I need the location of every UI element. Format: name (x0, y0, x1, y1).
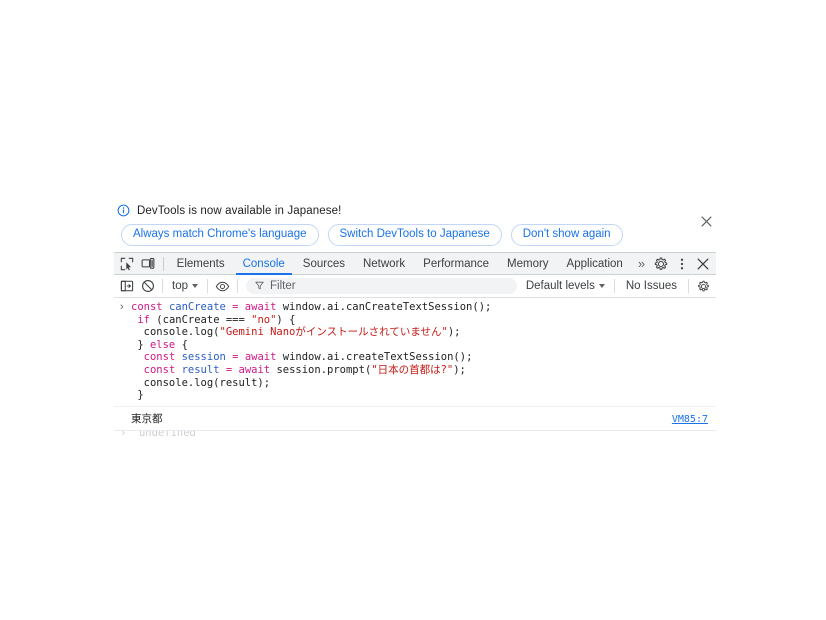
tabbar-divider (162, 256, 164, 271)
console-result-value: 東京都 (131, 412, 163, 425)
console-clipped-text: › undefined (120, 430, 196, 439)
code-token: = await (232, 351, 283, 364)
code-token: window.ai.canCreateTextSession(); (282, 301, 492, 313)
chevron-down-icon (192, 284, 198, 288)
code-token: session (181, 351, 233, 364)
notification-buttons: Always match Chrome's language Switch De… (114, 217, 716, 246)
code-line: console.log("Gemini Nanoがインストールされていません")… (131, 326, 716, 339)
code-line: const session = await window.ai.createTe… (131, 351, 716, 364)
tab-sources[interactable]: Sources (294, 253, 354, 275)
console-settings-icon[interactable] (693, 276, 714, 297)
info-circle-icon (117, 204, 130, 217)
console-toolbar-divider (162, 279, 163, 293)
code-token: = await (232, 301, 283, 313)
console-message-list[interactable]: › const canCreate = await window.ai.canC… (114, 298, 716, 439)
code-token: ) { (276, 313, 296, 326)
filter-funnel-icon (255, 279, 264, 293)
console-sidebar-toggle-icon[interactable] (116, 276, 137, 297)
filter-input[interactable] (270, 280, 508, 292)
console-result-row[interactable]: 東京都 VM85:7 (114, 407, 716, 431)
code-token: session.prompt( (276, 363, 372, 376)
tab-application[interactable]: Application (558, 253, 632, 275)
code-line: } else { (131, 339, 716, 352)
code-line: const result = await session.prompt("日本の… (131, 364, 716, 377)
notification-message: DevTools is now available in Japanese! (137, 204, 342, 217)
code-token: (canCreate === (156, 313, 252, 326)
execution-context-label: top (172, 280, 188, 292)
tab-console[interactable]: Console (234, 253, 294, 275)
code-token: console.log( (131, 326, 220, 339)
code-token: window.ai.createTextSession(); (282, 351, 473, 364)
settings-gear-icon[interactable] (650, 253, 671, 274)
more-tabs-button[interactable]: » (632, 253, 650, 275)
code-token: canCreate (168, 301, 233, 313)
code-token: "no" (251, 313, 277, 326)
code-token: const (143, 363, 182, 376)
more-options-icon[interactable] (671, 253, 692, 274)
log-levels-label: Default levels (525, 280, 595, 292)
code-token: = await (225, 363, 277, 376)
eye-icon[interactable] (212, 276, 233, 297)
code-line: if (canCreate === "no") { (131, 314, 716, 327)
issues-counter[interactable]: No Issues (619, 280, 684, 292)
code-line: } (131, 389, 716, 402)
console-input-entry[interactable]: › const canCreate = await window.ai.canC… (114, 298, 716, 407)
log-levels-selector[interactable]: Default levels (521, 277, 610, 296)
code-token: result (181, 363, 226, 376)
language-notification-bar: DevTools is now available in Japanese! A… (114, 198, 716, 252)
console-toolbar-divider-3 (237, 279, 238, 293)
console-toolbar-divider-5 (688, 279, 689, 293)
code-token: } (131, 389, 144, 402)
clear-console-icon[interactable] (137, 276, 158, 297)
close-devtools-icon[interactable] (693, 253, 714, 274)
code-token: { (181, 338, 188, 351)
console-clipped-row[interactable]: › undefined (114, 431, 716, 439)
code-token: const (143, 351, 182, 364)
code-line: console.log(result); (131, 377, 716, 390)
console-toolbar-divider-4 (613, 279, 615, 293)
code-token: "日本の首都は?" (371, 363, 454, 376)
inspect-element-icon[interactable] (116, 253, 137, 274)
code-token: ); (453, 363, 466, 376)
notification-message-row: DevTools is now available in Japanese! (114, 202, 716, 217)
chevron-down-icon (598, 284, 605, 288)
code-token: console.log(result); (131, 376, 271, 389)
code-token: } (131, 338, 150, 351)
switch-to-japanese-button[interactable]: Switch DevTools to Japanese (327, 224, 502, 246)
code-token: "Gemini Nanoがインストールされていません" (219, 326, 448, 339)
console-source-link[interactable]: VM85:7 (672, 414, 708, 425)
code-token: const (131, 301, 169, 313)
tab-memory[interactable]: Memory (498, 253, 558, 275)
close-icon[interactable] (696, 211, 716, 231)
code-token: ); (447, 326, 461, 339)
code-token: else (149, 338, 182, 351)
tab-performance[interactable]: Performance (414, 253, 498, 275)
console-toolbar-divider-2 (207, 279, 208, 293)
dont-show-again-button[interactable]: Don't show again (510, 224, 623, 246)
devtools-panel: DevTools is now available in Japanese! A… (114, 198, 716, 439)
code-line: const canCreate = await window.ai.canCre… (131, 301, 716, 314)
prompt-arrow-icon: › (120, 301, 124, 313)
tab-network[interactable]: Network (354, 253, 414, 275)
device-toolbar-icon[interactable] (137, 253, 158, 274)
devtools-tabbar: Elements Console Sources Network Perform… (114, 252, 716, 275)
console-input-code: const canCreate = await window.ai.canCre… (114, 301, 716, 402)
execution-context-selector[interactable]: top (167, 277, 203, 296)
tab-elements[interactable]: Elements (168, 253, 234, 275)
code-token: if (137, 313, 157, 326)
console-toolbar: top Default levels No Issues (114, 275, 716, 298)
filter-field[interactable] (246, 278, 517, 294)
always-match-language-button[interactable]: Always match Chrome's language (121, 224, 319, 246)
